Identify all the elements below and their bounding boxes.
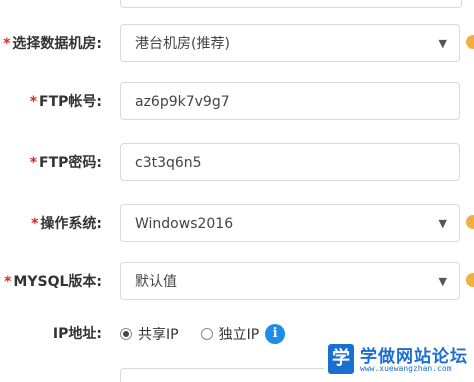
ftp-account-input[interactable]: az6p9k7v9g7: [120, 82, 460, 120]
ftp-account-row: * FTP帐号: az6p9k7v9g7: [0, 82, 474, 122]
radio-dedicated-ip-label: 独立IP: [218, 327, 260, 343]
os-row: * 操作系统: Windows2016 ▼: [0, 204, 474, 244]
watermark-url: www.xuewangzhan.com: [360, 364, 452, 373]
ip-radio-group: 共享IP 独立IP i: [120, 314, 286, 354]
mysql-value: 默认值: [135, 274, 177, 290]
site-watermark: 学 学做网站论坛 www.xuewangzhan.com: [324, 340, 474, 382]
dropdown-arrow-icon: ▼: [438, 275, 447, 288]
datacenter-label: * 选择数据机房:: [3, 24, 102, 64]
hint-badge-icon: [466, 273, 474, 287]
ftp-account-label: * FTP帐号:: [30, 82, 102, 122]
mysql-row: * MYSQL版本: 默认值 ▼: [0, 262, 474, 302]
ip-label: IP地址:: [52, 326, 102, 342]
datacenter-value: 港台机房(推荐): [135, 36, 230, 52]
radio-checked-icon[interactable]: [120, 328, 132, 340]
radio-shared-ip[interactable]: 共享IP: [120, 324, 179, 344]
hosting-order-form: * 选择数据机房: 港台机房(推荐) ▼ * FTP帐号: az6p9k7v9g7 …: [0, 0, 474, 382]
dropdown-arrow-icon: ▼: [438, 37, 447, 50]
mysql-label: * MYSQL版本:: [4, 262, 102, 302]
os-value: Windows2016: [135, 216, 234, 232]
datacenter-label-text: 选择数据机房:: [12, 36, 102, 52]
ftp-password-label: * FTP密码:: [30, 143, 102, 183]
ftp-password-value: c3t3q6n5: [135, 155, 202, 171]
required-mark: *: [29, 155, 38, 171]
watermark-logo-icon: 学: [328, 344, 354, 374]
required-mark: *: [31, 216, 39, 232]
datacenter-select[interactable]: 港台机房(推荐) ▼: [120, 24, 460, 62]
hint-badge-icon: [466, 215, 474, 229]
mysql-select[interactable]: 默认值 ▼: [120, 262, 460, 300]
ftp-password-input[interactable]: c3t3q6n5: [120, 143, 460, 181]
mysql-label-text: MYSQL版本:: [13, 274, 102, 290]
ftp-account-label-text: FTP帐号:: [39, 94, 102, 110]
ftp-password-label-text: FTP密码:: [39, 155, 102, 171]
radio-unchecked-icon[interactable]: [200, 328, 213, 340]
ftp-account-value: az6p9k7v9g7: [135, 94, 230, 110]
required-mark: *: [4, 274, 12, 290]
previous-field-edge: [120, 0, 462, 8]
ftp-password-row: * FTP密码: c3t3q6n5: [0, 143, 474, 183]
radio-dedicated-ip[interactable]: 独立IP: [200, 324, 260, 344]
os-label-text: 操作系统:: [40, 216, 102, 232]
info-icon[interactable]: i: [265, 324, 286, 344]
datacenter-row: * 选择数据机房: 港台机房(推荐) ▼: [0, 24, 474, 64]
radio-shared-ip-label: 共享IP: [138, 327, 179, 343]
required-mark: *: [3, 36, 11, 52]
os-select[interactable]: Windows2016 ▼: [120, 204, 460, 242]
hint-badge-icon: [466, 35, 474, 49]
os-label: * 操作系统:: [31, 204, 102, 244]
dropdown-arrow-icon: ▼: [438, 217, 447, 230]
required-mark: *: [29, 94, 38, 110]
